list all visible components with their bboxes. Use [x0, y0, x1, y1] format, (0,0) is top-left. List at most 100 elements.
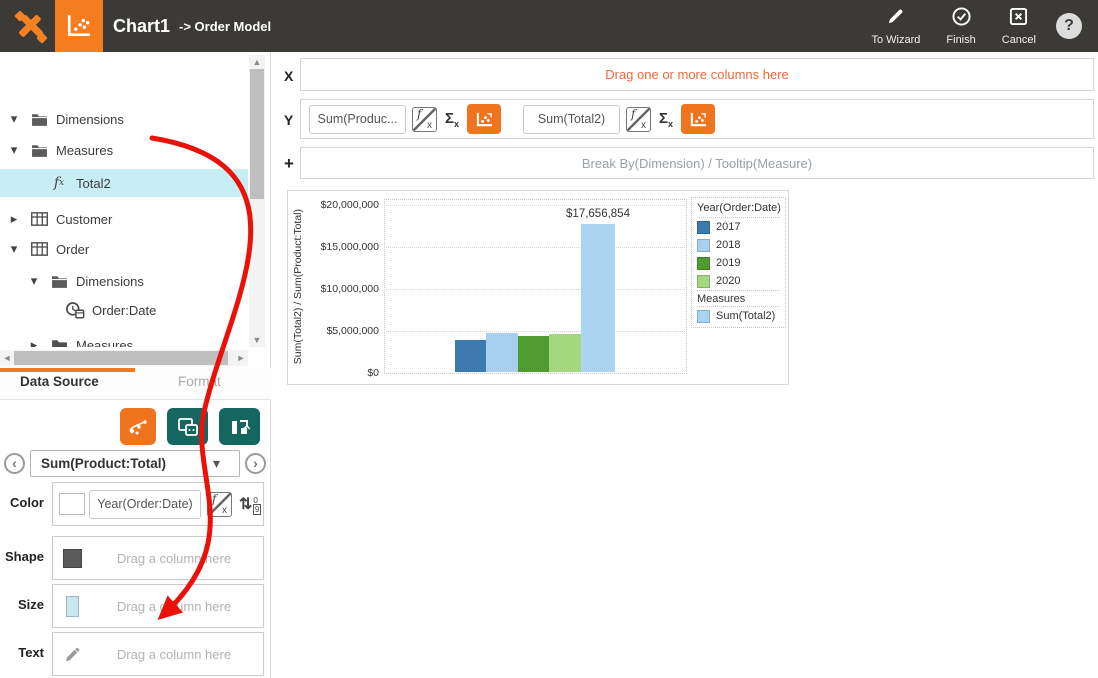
- scroll-right-icon[interactable]: ►: [234, 350, 248, 366]
- numeric-sort-icon[interactable]: [239, 494, 261, 514]
- fx-icon[interactable]: [412, 107, 437, 132]
- rotate-chart-button[interactable]: [219, 408, 260, 445]
- scrollbar-thumb[interactable]: [14, 351, 228, 365]
- y-field-chip-2[interactable]: Sum(Total2): [523, 105, 620, 134]
- finish-button[interactable]: Finish: [946, 7, 975, 46]
- page-title: Chart1: [113, 16, 170, 37]
- app-header: Chart1 -> Order Model To Wizard Finish C…: [0, 0, 1098, 52]
- chart-type-button[interactable]: [467, 104, 501, 134]
- sigma-aggregate-icon[interactable]: [659, 110, 673, 129]
- tree-horizontal-scrollbar[interactable]: ◄ ►: [0, 350, 248, 366]
- caret-right-icon[interactable]: [8, 211, 20, 227]
- color-drop-zone[interactable]: Year(Order:Date): [52, 482, 264, 526]
- bar-2017[interactable]: [455, 340, 486, 372]
- gridline: [384, 289, 687, 290]
- measure-navigator: ‹ Sum(Product:Total) ›: [0, 450, 271, 478]
- folder-closed-icon: [48, 338, 70, 348]
- bar-Sum(Total2)[interactable]: [581, 224, 615, 372]
- bar-2018[interactable]: [486, 333, 518, 372]
- bar-2020[interactable]: [549, 334, 581, 372]
- fx-icon[interactable]: [626, 107, 651, 132]
- size-placeholder: Drag a column here: [85, 599, 263, 614]
- color-well-label: Color: [0, 495, 44, 510]
- caret-down-icon[interactable]: [8, 241, 20, 257]
- active-tab-underline: [0, 368, 135, 372]
- shape-square-icon: [63, 549, 82, 568]
- tree-item-order[interactable]: Order: [0, 235, 248, 263]
- close-square-icon: [1009, 7, 1028, 31]
- measure-select-value: Sum(Product:Total): [31, 456, 213, 471]
- bar-2019[interactable]: [518, 336, 549, 372]
- tree-item-order-date[interactable]: Order:Date: [0, 296, 248, 324]
- tree-vertical-scrollbar[interactable]: ▲ ▼: [249, 55, 265, 347]
- gridline: [384, 331, 687, 332]
- tree-item-dimensions[interactable]: Dimensions: [0, 105, 248, 133]
- shape-drop-zone[interactable]: Drag a column here: [52, 536, 264, 580]
- caret-down-icon[interactable]: [28, 273, 40, 289]
- text-drop-zone[interactable]: Drag a column here: [52, 632, 264, 676]
- x-drop-hint: Drag one or more columns here: [605, 67, 789, 82]
- legend-swatch: [697, 275, 710, 288]
- table-icon: [28, 242, 50, 256]
- tree-item-order-measures[interactable]: Measures: [0, 331, 248, 347]
- legend-entry[interactable]: 2017: [697, 218, 780, 236]
- break-by-label: +: [284, 154, 294, 174]
- to-wizard-button[interactable]: To Wizard: [872, 7, 921, 46]
- y-tick-label: $10,000,000: [288, 283, 379, 295]
- check-circle-icon: [952, 7, 971, 31]
- prev-measure-button[interactable]: ‹: [4, 453, 25, 474]
- table-icon: [28, 212, 50, 226]
- legend-entry[interactable]: 2020: [697, 272, 780, 290]
- legend-entry[interactable]: Sum(Total2): [697, 307, 780, 325]
- tools-icon[interactable]: [14, 10, 48, 44]
- tree-item-total2[interactable]: Total2: [0, 169, 248, 197]
- caret-down-icon[interactable]: [8, 111, 20, 127]
- sigma-aggregate-icon[interactable]: [445, 110, 459, 129]
- next-measure-button[interactable]: ›: [245, 453, 266, 474]
- y-field-group-1: Sum(Produc...: [309, 104, 501, 134]
- chart-type-button[interactable]: [681, 104, 715, 134]
- legend-swatch: [697, 310, 710, 323]
- color-well: Color Year(Order:Date): [0, 482, 271, 526]
- chart-preview: Sum(Total2) / Sum(Product:Total) Year(Or…: [287, 190, 789, 385]
- legend-swatch: [697, 257, 710, 270]
- pencil-icon: [59, 645, 85, 664]
- x-drop-zone[interactable]: Drag one or more columns here: [300, 58, 1094, 91]
- cancel-button[interactable]: Cancel: [1002, 7, 1036, 46]
- panel-toolbar: [120, 408, 260, 445]
- date-icon: [64, 301, 86, 319]
- tree-item-measures[interactable]: Measures: [0, 136, 248, 164]
- scrollbar-thumb[interactable]: [250, 69, 264, 199]
- scatter-chart-button[interactable]: [120, 408, 156, 445]
- caret-right-icon[interactable]: [28, 337, 40, 347]
- break-by-drop-zone[interactable]: Break By(Dimension) / Tooltip(Measure): [300, 147, 1094, 179]
- fx-icon: [48, 175, 70, 191]
- data-panel: Dimensions Measures Total2 Customer Orde…: [0, 52, 271, 678]
- text-well-label: Text: [0, 645, 44, 660]
- y-field-chip-1[interactable]: Sum(Produc...: [309, 105, 406, 134]
- tab-data-source[interactable]: Data Source: [20, 374, 99, 389]
- fx-icon[interactable]: [207, 492, 232, 517]
- legend-entry[interactable]: 2018: [697, 236, 780, 254]
- size-drop-zone[interactable]: Drag a column here: [52, 584, 264, 628]
- color-field-chip[interactable]: Year(Order:Date): [89, 490, 201, 519]
- measure-select[interactable]: Sum(Product:Total): [30, 450, 240, 477]
- help-button[interactable]: ?: [1056, 13, 1082, 39]
- field-list-button[interactable]: [167, 408, 208, 445]
- legend-entry[interactable]: 2019: [697, 254, 780, 272]
- legend-measures-title: Measures: [697, 290, 780, 307]
- shape-well-label: Shape: [0, 549, 44, 564]
- scroll-down-icon[interactable]: ▼: [249, 333, 265, 347]
- tree-item-order-dimensions[interactable]: Dimensions: [0, 267, 248, 295]
- tab-format[interactable]: Format: [178, 374, 221, 389]
- scroll-left-icon[interactable]: ◄: [0, 350, 14, 366]
- tree-item-customer[interactable]: Customer: [0, 205, 248, 233]
- chart-legend: Year(Order:Date) 2017201820192020 Measur…: [691, 197, 786, 328]
- y-drop-zone[interactable]: Sum(Produc... Sum(Total2): [300, 99, 1094, 139]
- panel-tabbar: Data Source Format: [0, 368, 271, 400]
- shape-placeholder: Drag a column here: [85, 551, 263, 566]
- y-tick-label: $0: [288, 367, 379, 379]
- caret-down-icon[interactable]: [8, 142, 20, 158]
- chart-tile-icon[interactable]: [55, 0, 103, 52]
- scroll-up-icon[interactable]: ▲: [249, 55, 265, 69]
